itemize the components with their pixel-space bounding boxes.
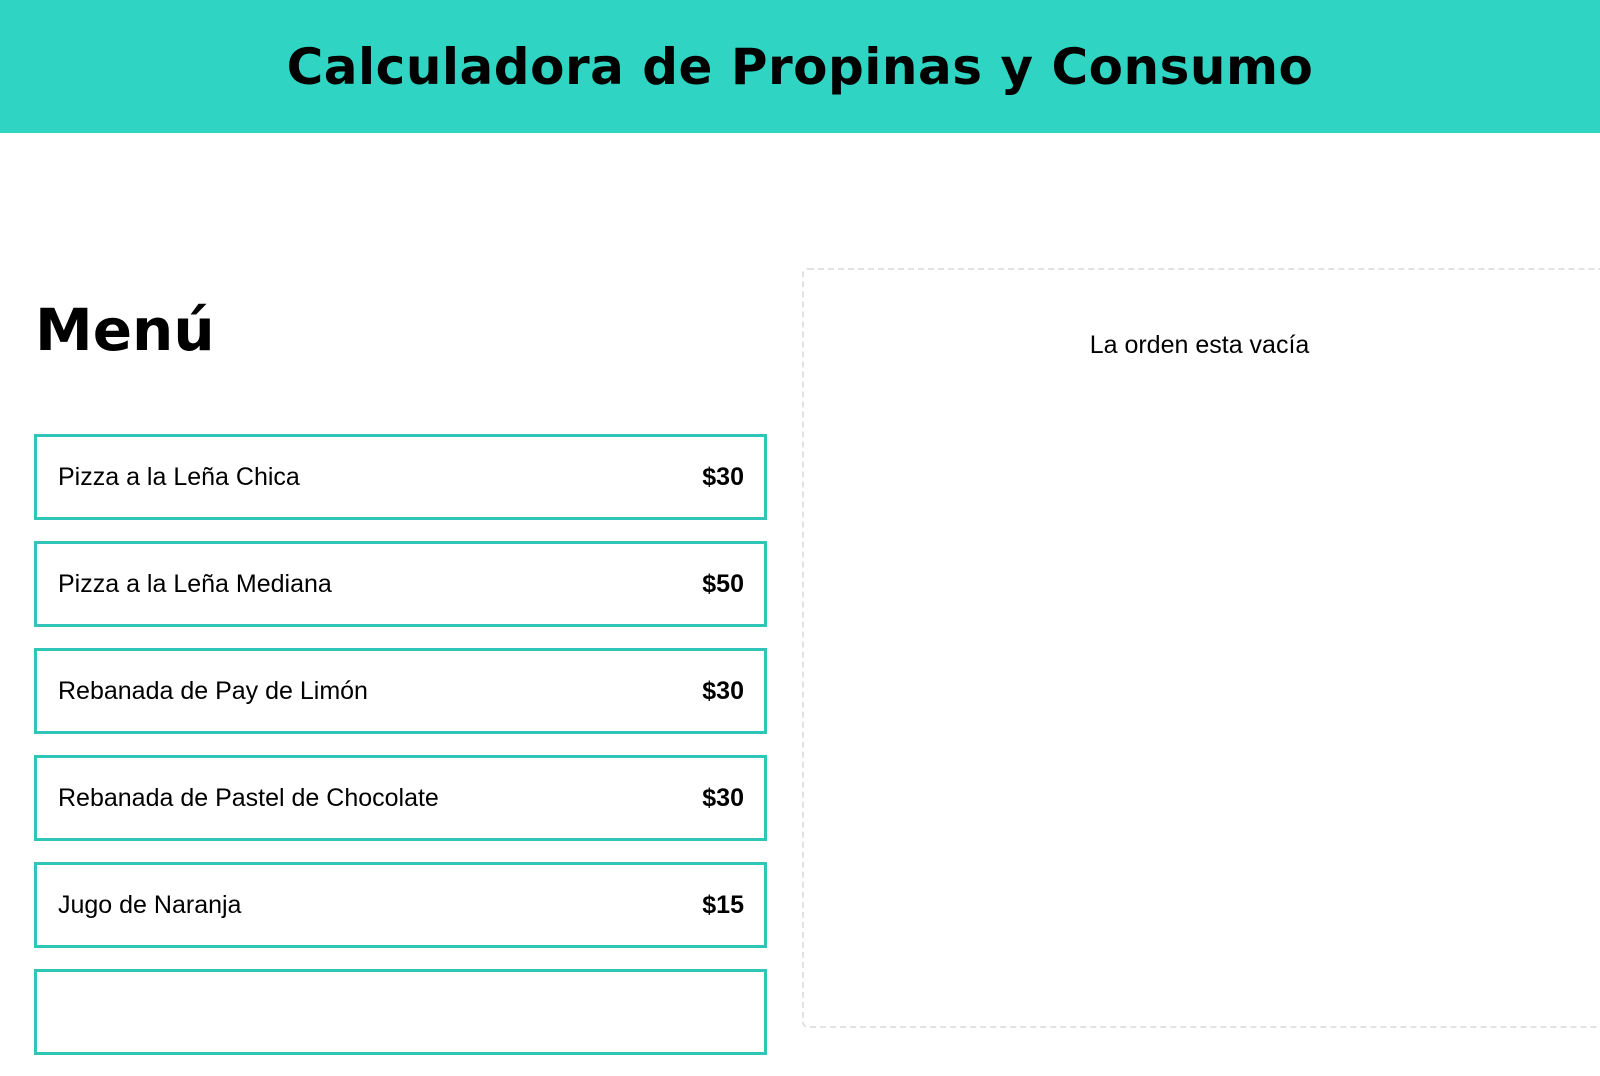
menu-item-partial[interactable] <box>34 969 767 1055</box>
menu-item-price: $15 <box>702 890 744 919</box>
menu-item-name: Pizza a la Leña Chica <box>58 462 300 491</box>
menu-item[interactable]: Pizza a la Leña Chica $30 <box>34 434 767 520</box>
menu-item-price: $50 <box>702 569 744 598</box>
menu-item-price: $30 <box>702 462 744 491</box>
app-title: Calculadora de Propinas y Consumo <box>286 37 1314 96</box>
menu-list: Pizza a la Leña Chica $30 Pizza a la Leñ… <box>34 434 767 1076</box>
menu-item-name: Pizza a la Leña Mediana <box>58 569 332 598</box>
menu-item[interactable]: Rebanada de Pay de Limón $30 <box>34 648 767 734</box>
order-panel: La orden esta vacía <box>802 268 1600 1028</box>
menu-heading: Menú <box>35 296 215 364</box>
menu-item-name: Rebanada de Pay de Limón <box>58 676 368 705</box>
menu-item[interactable]: Pizza a la Leña Mediana $50 <box>34 541 767 627</box>
menu-item-price: $30 <box>702 783 744 812</box>
menu-item[interactable]: Jugo de Naranja $15 <box>34 862 767 948</box>
menu-item-name: Rebanada de Pastel de Chocolate <box>58 783 439 812</box>
menu-item[interactable]: Rebanada de Pastel de Chocolate $30 <box>34 755 767 841</box>
menu-item-name: Jugo de Naranja <box>58 890 242 919</box>
app-header: Calculadora de Propinas y Consumo <box>0 0 1600 133</box>
order-empty-message: La orden esta vacía <box>1089 331 1310 359</box>
menu-item-price: $30 <box>702 676 744 705</box>
